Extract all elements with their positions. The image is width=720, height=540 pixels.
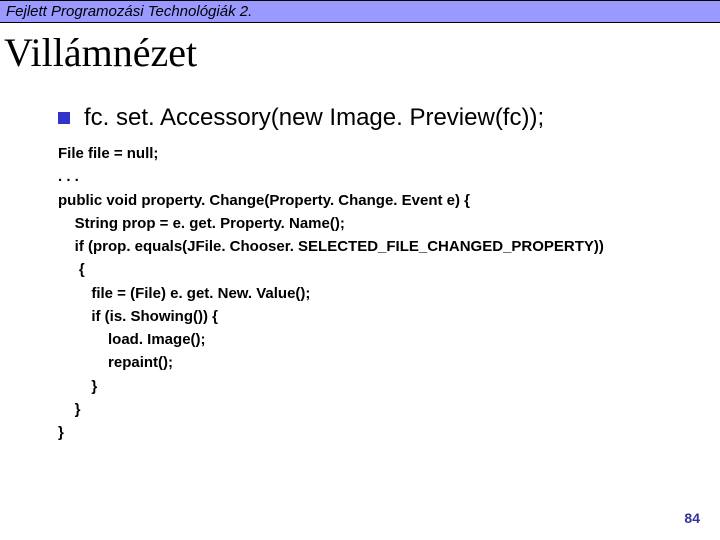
slide-title: Villámnézet [4, 29, 720, 76]
square-bullet-icon [58, 112, 70, 124]
bullet-row: fc. set. Accessory(new Image. Preview(fc… [58, 104, 720, 132]
code-block: File file = null; . . . public void prop… [58, 142, 720, 444]
page-number: 84 [684, 510, 700, 526]
slide: Fejlett Programozási Technológiák 2. Vil… [0, 0, 720, 540]
header-bar: Fejlett Programozási Technológiák 2. [0, 0, 720, 23]
bullet-text: fc. set. Accessory(new Image. Preview(fc… [84, 104, 544, 132]
header-text: Fejlett Programozási Technológiák 2. [6, 3, 252, 20]
